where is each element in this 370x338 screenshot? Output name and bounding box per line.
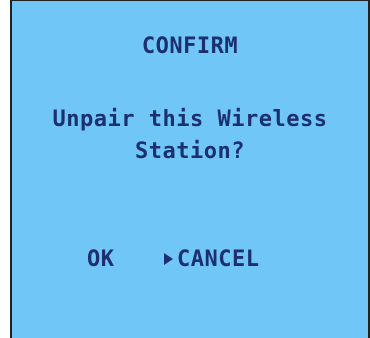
dialog-title: CONFIRM bbox=[141, 34, 239, 59]
cancel-label: CANCEL bbox=[177, 247, 260, 272]
confirm-dialog-screen: CONFIRM Unpair this Wireless Station? OK… bbox=[10, 0, 370, 338]
dialog-message: Unpair this Wireless Station? bbox=[12, 104, 368, 168]
message-line-1: Unpair this Wireless bbox=[52, 107, 328, 132]
message-line-2: Station? bbox=[135, 139, 245, 164]
selection-pointer-icon bbox=[164, 253, 173, 265]
ok-label: OK bbox=[87, 247, 115, 272]
ok-option[interactable]: OK bbox=[87, 245, 115, 275]
cancel-option[interactable]: CANCEL bbox=[164, 245, 259, 275]
dialog-options: OK CANCEL bbox=[12, 245, 368, 275]
